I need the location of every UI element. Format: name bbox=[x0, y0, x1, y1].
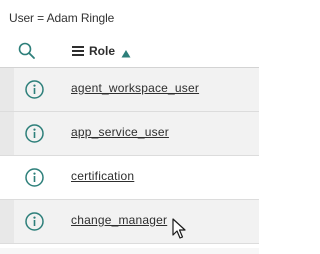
breadcrumb[interactable]: User = Adam Ringle bbox=[9, 11, 114, 25]
role-link[interactable]: app_service_user bbox=[71, 125, 169, 139]
row-gutter bbox=[0, 156, 14, 199]
role-link[interactable]: agent_workspace_user bbox=[71, 81, 199, 95]
list-row: app_service_user bbox=[0, 112, 259, 156]
row-gutter bbox=[0, 68, 14, 111]
role-link[interactable]: change_manager bbox=[71, 213, 167, 227]
hamburger-menu-icon[interactable] bbox=[71, 44, 85, 58]
list-header-row: Role bbox=[0, 33, 259, 68]
info-icon[interactable] bbox=[24, 167, 45, 188]
list-row: certification bbox=[0, 156, 259, 200]
list-row: change_manager bbox=[0, 200, 259, 244]
role-column-header[interactable]: Role bbox=[71, 42, 131, 60]
list-row: agent_workspace_user bbox=[0, 68, 259, 112]
role-column-label[interactable]: Role bbox=[89, 44, 115, 58]
info-icon[interactable] bbox=[24, 211, 45, 232]
row-gutter bbox=[0, 200, 14, 243]
list-bottom-edge bbox=[0, 248, 259, 254]
info-icon[interactable] bbox=[24, 79, 45, 100]
sort-ascending-icon[interactable] bbox=[121, 46, 131, 58]
search-icon[interactable] bbox=[17, 41, 37, 61]
role-list: agent_workspace_user app_service_user ce… bbox=[0, 68, 259, 244]
info-icon[interactable] bbox=[24, 123, 45, 144]
row-gutter bbox=[0, 112, 14, 155]
role-link[interactable]: certification bbox=[71, 169, 134, 183]
related-list-page: User = Adam Ringle Role agent_workspace_… bbox=[0, 0, 259, 254]
